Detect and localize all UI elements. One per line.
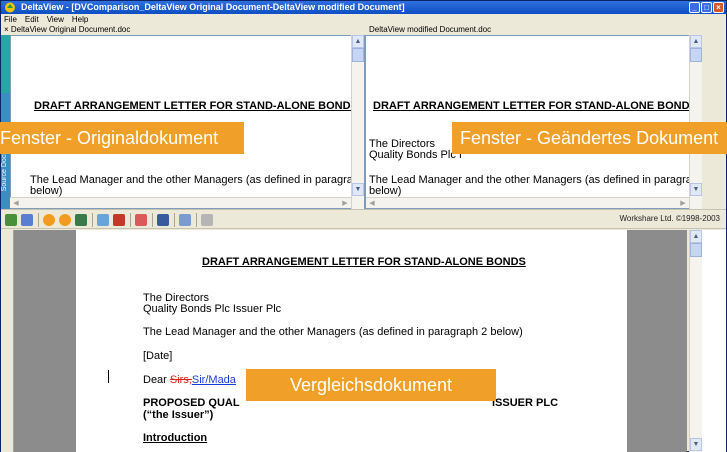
save-icon[interactable] [75,214,87,226]
scroll-up-icon[interactable]: ▲ [690,35,702,48]
menu-help[interactable]: Help [72,14,88,25]
comparison-left-frame [1,230,14,452]
scroll-down-icon[interactable]: ▼ [690,438,702,451]
previous-change-icon[interactable] [43,214,55,226]
comparison-salutation: Dear Sirs,Sir/Mada [143,375,236,386]
modified-addressee-line2: Quality Bonds Plc I [369,149,462,161]
compare-icon[interactable] [21,214,33,226]
comparison-document-page[interactable]: DRAFT ARRANGEMENT LETTER FOR STAND-ALONE… [76,230,627,452]
inserted-text: Sir/Mada [191,374,236,386]
app-icon [5,2,15,13]
page-margin-right [627,230,687,452]
scroll-down-icon[interactable]: ▼ [352,183,364,196]
scroll-up-icon[interactable]: ▲ [352,35,364,48]
next-change-icon[interactable] [59,214,71,226]
comparison-vertical-scrollbar[interactable]: ▲ ▼ [689,230,702,452]
view-single-icon[interactable] [157,214,169,226]
comparison-addressee-line2: Quality Bonds Plc Issuer Plc [143,303,282,315]
modified-doc-title: DRAFT ARRANGEMENT LETTER FOR STAND-ALONE… [373,100,697,112]
scroll-thumb[interactable] [352,48,364,62]
menu-file[interactable]: File [4,14,17,25]
report-icon[interactable] [135,214,147,226]
toolbar-separator [38,213,39,227]
modified-pane-header[interactable]: DeltaView modified Document.doc [365,25,726,35]
title-bar: DeltaView - [DVComparison_DeltaView Orig… [1,1,726,14]
close-button[interactable]: × [713,2,724,13]
toolbar-separator [130,213,131,227]
maximize-button[interactable]: □ [701,2,712,13]
modified-horizontal-scrollbar[interactable]: ◀ ▶ [366,197,689,208]
comparison-heading-left: PROPOSED QUAL [143,397,240,409]
toolbar-separator [196,213,197,227]
deleted-text: Sirs, [169,374,192,386]
toolbar-separator [174,213,175,227]
open-icon[interactable] [5,214,17,226]
original-vertical-scrollbar[interactable]: ▲ ▼ [351,35,364,209]
callout-comparison-document: Vergleichsdokument [246,369,496,401]
email-icon[interactable] [97,214,109,226]
salutation-prefix: Dear [143,374,170,386]
callout-modified-window: Fenster - Geändertes Dokument [452,122,727,154]
comparison-introduction: Introduction [143,432,208,444]
minimize-button[interactable]: _ [689,2,700,13]
callout-original-window: Fenster - Originaldokument [0,122,244,154]
settings-icon[interactable] [201,214,213,226]
page-margin-left [14,230,76,452]
scroll-left-icon[interactable]: ◀ [10,198,22,209]
toolbar-separator [152,213,153,227]
scroll-up-icon[interactable]: ▲ [690,230,702,243]
scroll-left-icon[interactable]: ◀ [366,198,378,209]
toolbar: Workshare Ltd. ©1998-2003 [1,209,726,229]
print-icon[interactable] [113,214,125,226]
scroll-thumb[interactable] [690,243,702,257]
comparison-heading-line2: (“the Issuer”) [143,409,214,421]
menu-bar: File Edit View Help [1,14,726,25]
original-para-line1: The Lead Manager and the other Managers … [30,174,365,186]
view-split-icon[interactable] [179,214,191,226]
modified-para-line1: The Lead Manager and the other Managers … [369,174,702,186]
comparison-date: [Date] [143,350,173,362]
original-horizontal-scrollbar[interactable]: ◀ ▶ [10,197,351,208]
menu-view[interactable]: View [47,14,64,25]
comparison-doc-title: DRAFT ARRANGEMENT LETTER FOR STAND-ALONE… [202,256,526,268]
scroll-right-icon[interactable]: ▶ [339,198,351,209]
window-controls: _ □ × [689,2,724,13]
toolbar-separator [92,213,93,227]
comparison-right-frame [702,230,726,452]
scroll-thumb[interactable] [690,48,702,62]
original-doc-title: DRAFT ARRANGEMENT LETTER FOR STAND-ALONE… [34,100,358,112]
copyright-text: Workshare Ltd. ©1998-2003 [619,214,720,223]
original-para-line2: below) [30,185,63,197]
text-cursor [108,370,109,383]
original-pane-header[interactable]: × DeltaView Original Document.doc [1,25,364,35]
menu-edit[interactable]: Edit [25,14,39,25]
scroll-down-icon[interactable]: ▼ [690,183,702,196]
modified-para-line2: below) [369,185,402,197]
comparison-para: The Lead Manager and the other Managers … [143,326,523,338]
scroll-right-icon[interactable]: ▶ [677,198,689,209]
window-title: DeltaView - [DVComparison_DeltaView Orig… [21,2,405,12]
source-strip-highlight [1,35,10,93]
comparison-heading-right: ISSUER PLC [492,397,559,409]
